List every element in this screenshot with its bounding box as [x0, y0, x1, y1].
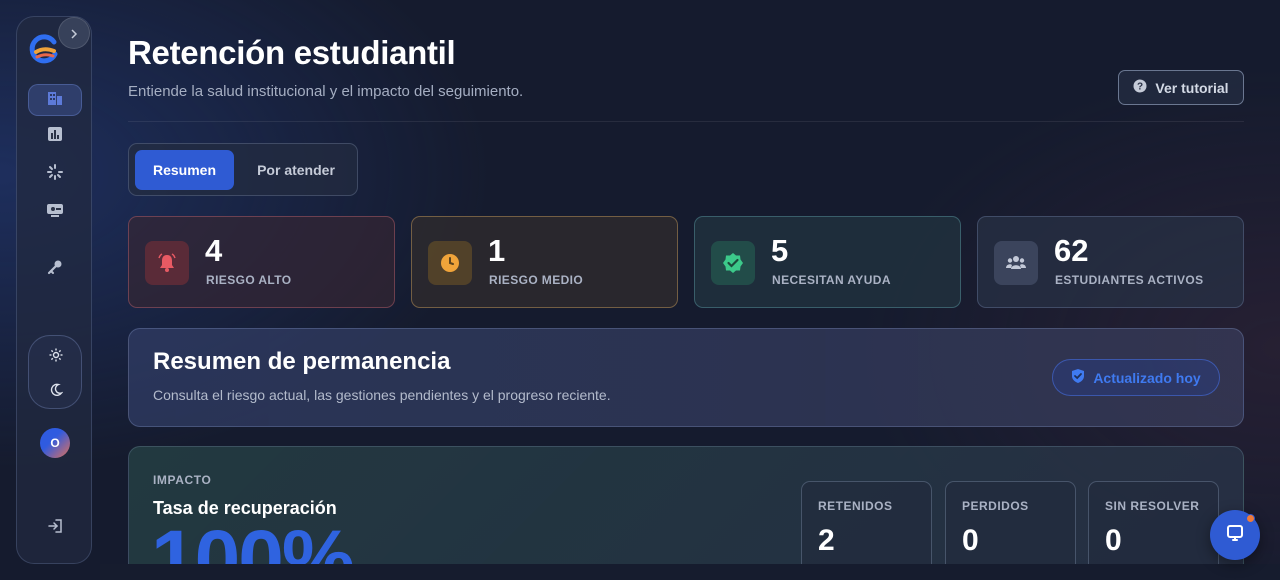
building-icon — [46, 89, 64, 111]
stat-value: 1 — [488, 233, 506, 268]
alarm-bell-icon — [145, 241, 189, 285]
header-divider — [128, 121, 1244, 122]
stat-value: 62 — [1054, 233, 1089, 268]
light-theme-button[interactable] — [29, 341, 83, 371]
stat-value: 4 — [205, 233, 223, 268]
metric-value: 0 — [962, 524, 979, 557]
summary-title: Resumen de permanencia — [153, 348, 451, 375]
logout-icon — [47, 518, 63, 538]
impact-eyebrow: IMPACTO — [153, 473, 212, 487]
metric-label: RETENIDOS — [818, 499, 893, 513]
collapse-sidebar-button[interactable] — [58, 17, 90, 49]
stat-label: RIESGO MEDIO — [489, 273, 584, 287]
check-badge-icon — [711, 241, 755, 285]
sidebar-item-records[interactable] — [28, 196, 82, 228]
view-tabs: Resumen Por atender — [128, 143, 358, 196]
key-icon — [47, 259, 63, 279]
chevron-right-icon — [69, 24, 79, 43]
id-card-icon — [46, 202, 64, 222]
theme-switcher — [28, 335, 82, 409]
sidebar: O — [16, 16, 92, 564]
notification-dot — [1246, 514, 1255, 523]
chat-monitor-icon — [1225, 523, 1245, 547]
summary-subtitle: Consulta el riesgo actual, las gestiones… — [153, 387, 611, 403]
users-icon — [994, 241, 1038, 285]
viewport-bottom-edge — [100, 564, 1280, 580]
app-logo-icon[interactable] — [28, 33, 60, 65]
sidebar-item-processing[interactable] — [28, 158, 82, 190]
updated-badge-label: Actualizado hoy — [1093, 369, 1201, 386]
dark-theme-button[interactable] — [29, 376, 83, 406]
stat-value: 5 — [771, 233, 789, 268]
metric-value: 2 — [818, 524, 835, 557]
svg-text:?: ? — [1137, 82, 1143, 93]
sidebar-item-institution[interactable] — [28, 84, 82, 116]
tab-por-atender[interactable]: Por atender — [241, 150, 351, 190]
clock-icon — [428, 241, 472, 285]
stat-card-need-help[interactable]: 5 NECESITAN AYUDA — [694, 216, 961, 308]
tutorial-button[interactable]: ? Ver tutorial — [1118, 70, 1244, 105]
bar-chart-icon — [47, 126, 63, 146]
shield-check-icon — [1071, 368, 1085, 387]
help-icon: ? — [1133, 79, 1147, 96]
metric-label: PERDIDOS — [962, 499, 1029, 513]
sun-icon — [49, 347, 63, 366]
impact-card: IMPACTO Tasa de recuperación 100% RETENI… — [128, 446, 1244, 580]
metric-label: SIN RESOLVER — [1105, 499, 1200, 513]
stat-card-high-risk[interactable]: 4 RIESGO ALTO — [128, 216, 395, 308]
tutorial-button-label: Ver tutorial — [1155, 79, 1229, 96]
sidebar-item-statistics[interactable] — [28, 120, 82, 152]
logout-button[interactable] — [41, 514, 69, 542]
moon-icon — [49, 382, 64, 401]
stat-card-medium-risk[interactable]: 1 RIESGO MEDIO — [411, 216, 678, 308]
updated-badge: Actualizado hoy — [1052, 359, 1220, 396]
retention-summary-banner: Resumen de permanencia Consulta el riesg… — [128, 328, 1244, 427]
sidebar-item-access[interactable] — [28, 253, 82, 285]
tab-resumen[interactable]: Resumen — [135, 150, 234, 190]
page-title: Retención estudiantil — [128, 34, 456, 71]
stat-label: ESTUDIANTES ACTIVOS — [1055, 273, 1204, 287]
stat-label: NECESITAN AYUDA — [772, 273, 891, 287]
stat-label: RIESGO ALTO — [206, 273, 292, 287]
stat-card-active-students[interactable]: 62 ESTUDIANTES ACTIVOS — [977, 216, 1244, 308]
page-subtitle: Entiende la salud institucional y el imp… — [128, 83, 524, 100]
chat-support-button[interactable] — [1210, 510, 1260, 560]
avatar[interactable]: O — [40, 428, 70, 458]
metric-value: 0 — [1105, 524, 1122, 557]
loader-icon — [47, 164, 63, 184]
